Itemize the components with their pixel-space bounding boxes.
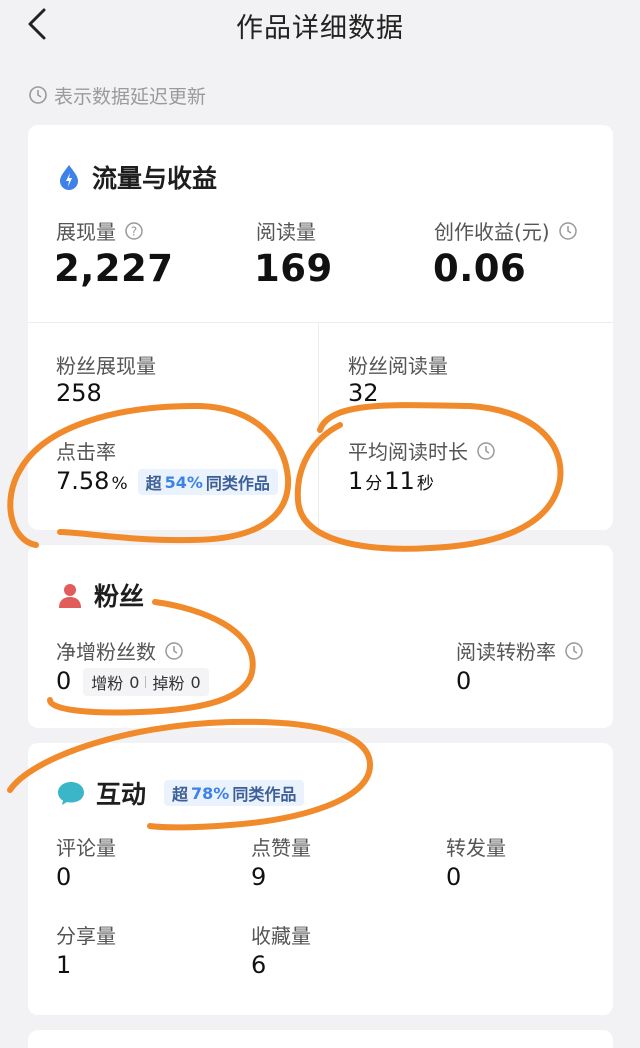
help-icon[interactable]: ? bbox=[124, 221, 144, 241]
impressions-label: 展现量 ? bbox=[56, 216, 144, 245]
conversion-label-text: 阅读转粉率 bbox=[456, 640, 556, 664]
fan-reads-value: 32 bbox=[348, 379, 379, 407]
interaction-title: 互动 超 78% 同类作品 bbox=[56, 775, 305, 811]
avg-read-seconds: 11 bbox=[384, 467, 415, 495]
ctr-rank-badge: 超 54% 同类作品 bbox=[137, 469, 278, 495]
fan-reads-label: 粉丝阅读量 bbox=[348, 354, 448, 378]
ctr-unit: % bbox=[111, 474, 128, 494]
shares-label: 分享量 bbox=[56, 924, 116, 948]
traffic-title: 流量与收益 bbox=[56, 159, 217, 195]
comments-value: 0 bbox=[56, 863, 72, 891]
divider bbox=[318, 322, 319, 530]
comments-label: 评论量 bbox=[56, 836, 116, 860]
header: 作品详细数据 bbox=[0, 0, 640, 50]
gain-label: 增粉 bbox=[91, 674, 124, 693]
fan-impressions-label: 粉丝展现量 bbox=[56, 354, 156, 378]
badge-percent: 78% bbox=[191, 783, 230, 803]
fan-impressions-value: 258 bbox=[56, 379, 102, 407]
delay-note: 表示数据延迟更新 bbox=[28, 82, 206, 108]
avg-read-label: 平均阅读时长 bbox=[348, 436, 496, 465]
avg-read-minutes-unit: 分 bbox=[365, 474, 383, 494]
delay-note-text: 表示数据延迟更新 bbox=[54, 85, 207, 108]
gain-loss-pill: 增粉 0 掉粉 0 bbox=[83, 668, 209, 696]
person-icon bbox=[59, 584, 81, 608]
fans-card: 粉丝 净增粉丝数 0 增粉 0 掉粉 0 阅读转粉率 0 bbox=[28, 545, 613, 728]
net-gain-value: 0 bbox=[56, 667, 72, 695]
reads-value: 169 bbox=[254, 247, 333, 290]
badge-prefix: 超 bbox=[145, 474, 162, 493]
badge-suffix: 同类作品 bbox=[205, 474, 270, 493]
badge-suffix: 同类作品 bbox=[232, 785, 297, 804]
badge-prefix: 超 bbox=[172, 785, 189, 804]
net-gain-label-text: 净增粉丝数 bbox=[56, 640, 156, 664]
badge-percent: 54% bbox=[164, 472, 203, 492]
traffic-title-text: 流量与收益 bbox=[92, 164, 218, 193]
drop-icon bbox=[60, 165, 78, 190]
clock-icon bbox=[29, 86, 47, 104]
loss-value: 0 bbox=[190, 672, 201, 692]
likes-label: 点赞量 bbox=[251, 836, 311, 860]
conversion-label: 阅读转粉率 bbox=[456, 636, 584, 665]
reads-label-text: 阅读量 bbox=[256, 220, 316, 244]
interaction-title-text: 互动 bbox=[96, 780, 147, 809]
fans-title-text: 粉丝 bbox=[94, 582, 145, 611]
page-title: 作品详细数据 bbox=[236, 13, 404, 44]
likes-value: 9 bbox=[251, 863, 267, 891]
net-gain-row: 0 增粉 0 掉粉 0 bbox=[56, 667, 209, 696]
fans-title: 粉丝 bbox=[56, 577, 144, 613]
pill-separator bbox=[145, 676, 147, 688]
net-gain-label: 净增粉丝数 bbox=[56, 636, 184, 665]
conversion-value: 0 bbox=[456, 667, 472, 695]
impressions-value: 2,227 bbox=[54, 247, 174, 290]
favorites-label: 收藏量 bbox=[251, 924, 311, 948]
clock-icon bbox=[565, 641, 583, 660]
next-card bbox=[28, 1030, 613, 1048]
earnings-label: 创作收益(元) bbox=[434, 216, 578, 245]
forwards-label: 转发量 bbox=[446, 836, 506, 860]
shares-value: 1 bbox=[56, 951, 72, 979]
divider bbox=[28, 322, 613, 323]
ctr-label: 点击率 bbox=[56, 440, 116, 464]
favorites-value: 6 bbox=[251, 951, 267, 979]
interaction-rank-badge: 超 78% 同类作品 bbox=[164, 780, 305, 806]
clock-icon bbox=[558, 221, 577, 240]
clock-icon bbox=[477, 441, 495, 460]
avg-read-seconds-unit: 秒 bbox=[416, 474, 434, 494]
clock-icon bbox=[165, 641, 183, 660]
earnings-label-text: 创作收益(元) bbox=[434, 220, 550, 244]
reads-label: 阅读量 bbox=[256, 216, 316, 245]
traffic-card: 流量与收益 展现量 ? 2,227 阅读量 169 创作收益(元) 0.06 粉… bbox=[28, 125, 613, 530]
ctr-value-row: 7.58 % 超 54% 同类作品 bbox=[56, 467, 278, 495]
gain-value: 0 bbox=[129, 672, 140, 692]
impressions-label-text: 展现量 bbox=[56, 220, 116, 244]
forwards-value: 0 bbox=[446, 863, 462, 891]
interaction-card: 互动 超 78% 同类作品 评论量 0 点赞量 9 转发量 0 分享量 1 收藏… bbox=[28, 743, 613, 1015]
svg-text:?: ? bbox=[131, 224, 137, 238]
avg-read-minutes: 1 bbox=[348, 467, 364, 495]
avg-read-value: 1 分 11 秒 bbox=[348, 467, 434, 495]
earnings-value: 0.06 bbox=[433, 247, 527, 290]
ctr-value: 7.58 bbox=[56, 467, 110, 495]
avg-read-label-text: 平均阅读时长 bbox=[348, 440, 468, 464]
chat-bubble-icon bbox=[58, 782, 84, 805]
loss-label: 掉粉 bbox=[152, 674, 185, 693]
